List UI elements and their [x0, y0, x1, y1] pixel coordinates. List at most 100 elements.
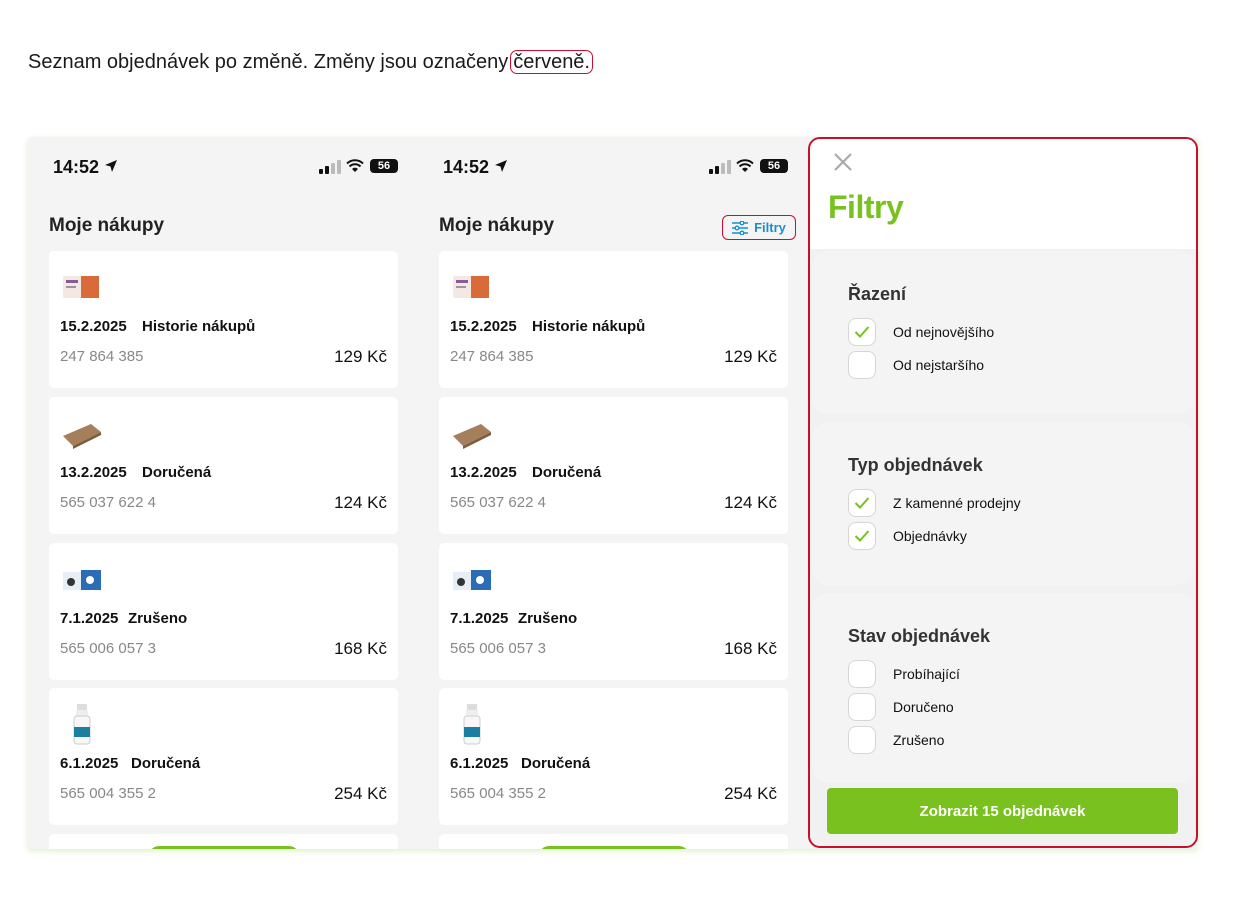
scratcher-pad-icon: [63, 424, 101, 449]
order-date: 7.1.2025: [60, 610, 119, 627]
order-card-partial: [439, 834, 788, 849]
phone-before: 14:52 56 Moje nákupy 15.2.2025 Historie …: [28, 137, 418, 849]
page-title: Moje nákupy: [49, 215, 165, 236]
filter-button-label: Filtry: [754, 220, 786, 235]
order-state: Historie nákupů: [142, 318, 256, 335]
location-arrow-icon: [495, 160, 507, 172]
order-price: 168 Kč: [334, 639, 387, 658]
filter-panel: Filtry Řazení Od nejnovějšího Od nejstar…: [808, 137, 1198, 848]
check-icon: [854, 530, 870, 542]
caption-highlight: červeně.: [510, 50, 593, 74]
order-price: 129 Kč: [724, 347, 777, 366]
order-card[interactable]: 13.2.2025 Doručená 565 037 622 4 124 Kč: [439, 397, 788, 534]
order-price: 254 Kč: [334, 784, 387, 803]
order-price: 254 Kč: [724, 784, 777, 803]
option-label: Z kamenné prodejny: [893, 495, 1021, 511]
order-date: 15.2.2025: [450, 318, 517, 335]
spray-bottle-icon: [463, 704, 481, 745]
status-time: 14:52: [443, 157, 490, 177]
check-icon: [854, 326, 870, 338]
order-card[interactable]: 15.2.2025 Historie nákupů 247 864 385 12…: [439, 251, 788, 388]
cellular-signal-icon: [709, 160, 731, 174]
checkbox[interactable]: [848, 726, 876, 754]
option-label: Doručeno: [893, 699, 954, 715]
order-price: 168 Kč: [724, 639, 777, 658]
checkbox[interactable]: [848, 660, 876, 688]
status-time: 14:52: [53, 157, 100, 177]
option-label: Od nejstaršího: [893, 357, 985, 373]
spray-bottle-icon: [73, 704, 91, 745]
checkbox[interactable]: [848, 351, 876, 379]
order-state: Doručená: [142, 464, 212, 481]
battery-icon: 56: [370, 159, 398, 173]
order-date: 6.1.2025: [450, 755, 509, 772]
order-card[interactable]: 6.1.2025 Doručená 565 004 355 2 254 Kč: [439, 688, 788, 825]
option-store[interactable]: Z kamenné prodejny: [848, 489, 1021, 517]
order-date: 6.1.2025: [60, 755, 119, 772]
order-price: 129 Kč: [334, 347, 387, 366]
filter-button[interactable]: Filtry: [722, 215, 796, 240]
order-date: 13.2.2025: [60, 464, 127, 481]
check-icon: [854, 497, 870, 509]
order-state: Zrušeno: [128, 610, 188, 627]
section-title: Typ objednávek: [848, 455, 983, 475]
order-card[interactable]: 7.1.2025 Zrušeno 565 006 057 3 168 Kč: [439, 543, 788, 680]
checkbox[interactable]: [848, 318, 876, 346]
order-number: 247 864 385: [450, 348, 534, 365]
filter-section-order-type: Typ objednávek Z kamenné prodejny Objedn…: [812, 422, 1194, 585]
section-title: Řazení: [848, 284, 907, 304]
order-number: 565 037 622 4: [60, 494, 156, 511]
phone-after: 14:52 56 Moje nákupy 15.2.2025 Historie …: [418, 137, 808, 849]
order-state: Doručená: [521, 755, 591, 772]
order-card-partial: [49, 834, 398, 849]
order-card[interactable]: 6.1.2025 Doručená 565 004 355 2 254 Kč: [49, 688, 398, 825]
order-state: Zrušeno: [518, 610, 578, 627]
option-label: Od nejnovějšího: [893, 324, 995, 340]
supplement-box-icon: [63, 276, 99, 298]
option-oldest[interactable]: Od nejstaršího: [848, 351, 984, 379]
order-state: Doručená: [131, 755, 201, 772]
wifi-icon: [346, 159, 364, 172]
option-newest[interactable]: Od nejnovějšího: [848, 318, 994, 346]
status-bar: 14:52 56: [418, 137, 808, 197]
order-date: 7.1.2025: [450, 610, 509, 627]
order-price: 124 Kč: [334, 493, 387, 512]
option-cancelled[interactable]: Zrušeno: [848, 726, 944, 754]
green-tab: [539, 846, 689, 849]
close-icon[interactable]: [832, 151, 854, 173]
pet-food-pack-icon: [63, 570, 101, 590]
filter-section-sorting: Řazení Od nejnovějšího Od nejstaršího: [812, 251, 1194, 414]
sliders-icon: [732, 220, 749, 235]
green-tab: [149, 846, 299, 849]
option-label: Probíhající: [893, 666, 960, 682]
filter-header: Filtry: [810, 139, 1196, 249]
order-card[interactable]: 7.1.2025 Zrušeno 565 006 057 3 168 Kč: [49, 543, 398, 680]
order-price: 124 Kč: [724, 493, 777, 512]
filter-title: Filtry: [828, 189, 904, 225]
caption: Seznam objednávek po změně. Změny jsou o…: [28, 50, 593, 74]
option-label: Objednávky: [893, 528, 967, 544]
order-state: Historie nákupů: [532, 318, 646, 335]
order-number: 565 037 622 4: [450, 494, 546, 511]
section-title: Stav objednávek: [848, 626, 991, 646]
caption-text: Seznam objednávek po změně. Změny jsou o…: [28, 51, 509, 73]
cellular-signal-icon: [319, 160, 341, 174]
order-number: 565 006 057 3: [60, 640, 156, 657]
option-label: Zrušeno: [893, 732, 945, 748]
page-title: Moje nákupy: [439, 215, 555, 236]
pet-food-pack-icon: [453, 570, 491, 590]
option-orders[interactable]: Objednávky: [848, 522, 967, 550]
wifi-icon: [736, 159, 754, 172]
order-number: 565 004 355 2: [60, 785, 156, 802]
checkbox[interactable]: [848, 489, 876, 517]
order-number: 565 004 355 2: [450, 785, 546, 802]
checkbox[interactable]: [848, 522, 876, 550]
battery-icon: 56: [760, 159, 788, 173]
order-card[interactable]: 15.2.2025 Historie nákupů 247 864 385 12…: [49, 251, 398, 388]
order-date: 15.2.2025: [60, 318, 127, 335]
checkbox[interactable]: [848, 693, 876, 721]
option-in-progress[interactable]: Probíhající: [848, 660, 960, 688]
show-orders-button[interactable]: Zobrazit 15 objednávek: [827, 788, 1178, 834]
order-card[interactable]: 13.2.2025 Doručená 565 037 622 4 124 Kč: [49, 397, 398, 534]
option-delivered[interactable]: Doručeno: [848, 693, 954, 721]
